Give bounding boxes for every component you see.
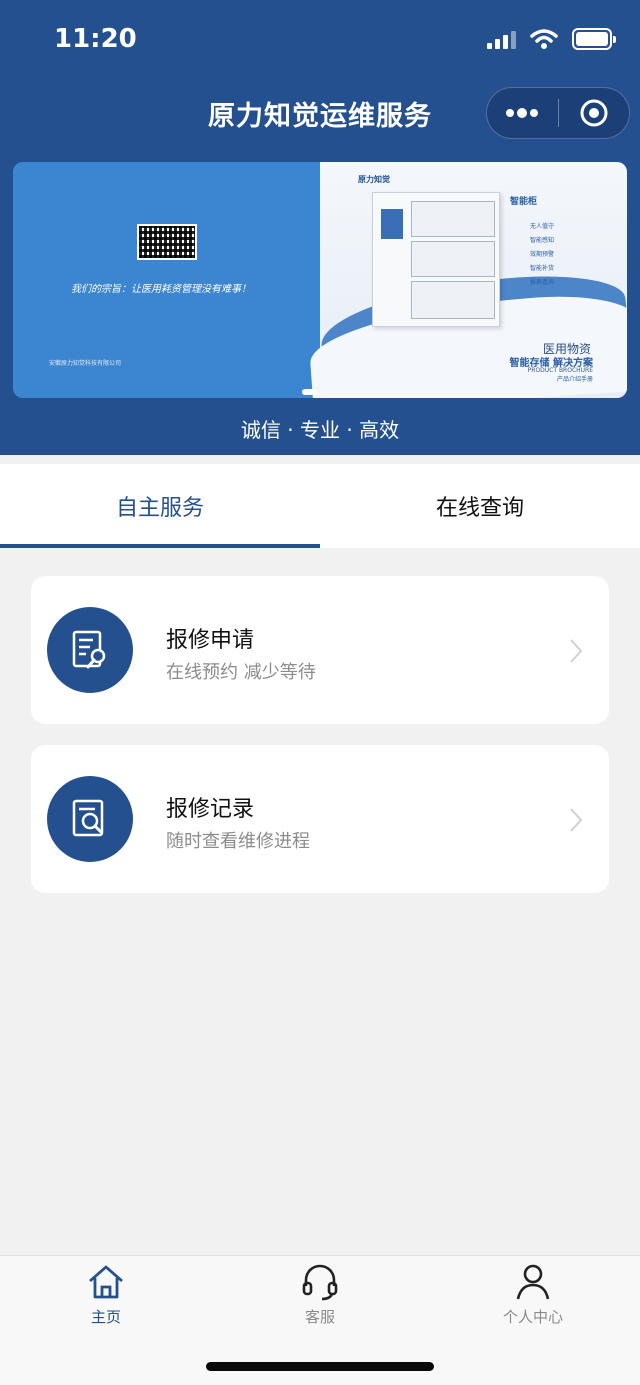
more-dots-icon — [506, 108, 539, 118]
card-title: 报修记录 — [166, 797, 255, 822]
wifi-icon — [530, 29, 558, 49]
qr-code — [137, 224, 197, 260]
banner-right-panel: 原力知觉 智能柜 无人值守 智能感知 效期预警 智能补货 报表查询 医用物资 智… — [306, 162, 627, 398]
brochure-chinese: 产品介绍手册 — [556, 376, 593, 383]
more-button[interactable] — [487, 88, 558, 138]
carousel-indicator[interactable] — [302, 389, 318, 395]
headset-icon — [302, 1264, 338, 1301]
tabbar-home[interactable]: 主页 — [46, 1262, 166, 1327]
tabbar-profile-label: 个人中心 — [502, 1308, 563, 1326]
tab-self-service[interactable]: 自主服务 — [0, 464, 320, 548]
banner-brand: 原力知觉 — [358, 175, 390, 184]
service-tabs: 自主服务 在线查询 — [0, 464, 640, 548]
cabinet-image — [372, 192, 500, 327]
tabbar-home-label: 主页 — [90, 1308, 121, 1326]
home-indicator — [206, 1362, 434, 1371]
mini-program-capsule — [486, 87, 630, 139]
banner-slogan: 我们的宗旨：让医用耗资管理没有难事！ — [71, 284, 251, 295]
person-icon — [516, 1264, 550, 1300]
chevron-right-icon — [570, 808, 583, 832]
repair-document-icon — [47, 607, 133, 693]
target-icon — [580, 99, 608, 127]
banner-product: 智能柜 — [510, 197, 538, 207]
repair-request-card[interactable]: 报修申请 在线预约 减少等待 — [31, 576, 609, 724]
tabbar-profile[interactable]: 个人中心 — [473, 1262, 593, 1327]
repair-record-card[interactable]: 报修记录 随时查看维修进程 — [31, 745, 609, 893]
battery-icon — [572, 28, 616, 50]
card-subtitle: 随时查看维修进程 — [166, 831, 310, 852]
chevron-right-icon — [570, 639, 583, 663]
home-icon — [89, 1265, 123, 1299]
header: 11:20 原力知觉运维服务 我们的宗旨：让医用耗资管理没有难事！ 安徽原力知觉… — [0, 0, 640, 455]
banner-carousel[interactable]: 我们的宗旨：让医用耗资管理没有难事！ 安徽原力知觉科技有限公司 原力知觉 智能柜… — [13, 162, 627, 398]
tagline: 诚信 · 专业 · 高效 — [240, 418, 400, 442]
card-title: 报修申请 — [166, 628, 255, 653]
brochure-english: PRODUCT BROCHURE — [527, 367, 593, 374]
status-time: 11:20 — [54, 24, 137, 54]
search-document-icon — [47, 776, 133, 862]
tabbar-service-label: 客服 — [304, 1308, 335, 1326]
card-subtitle: 在线预约 减少等待 — [166, 662, 316, 683]
banner-company: 安徽原力知觉科技有限公司 — [49, 360, 122, 367]
tabbar-service[interactable]: 客服 — [260, 1262, 380, 1327]
banner-left-panel: 我们的宗旨：让医用耗资管理没有难事！ 安徽原力知觉科技有限公司 — [13, 162, 320, 398]
close-program-button[interactable] — [559, 88, 630, 138]
status-icons — [487, 28, 616, 50]
signal-icon — [487, 29, 516, 49]
banner-features: 无人值守 智能感知 效期预警 智能补货 报表查询 — [530, 223, 555, 286]
tab-online-query[interactable]: 在线查询 — [320, 464, 640, 548]
